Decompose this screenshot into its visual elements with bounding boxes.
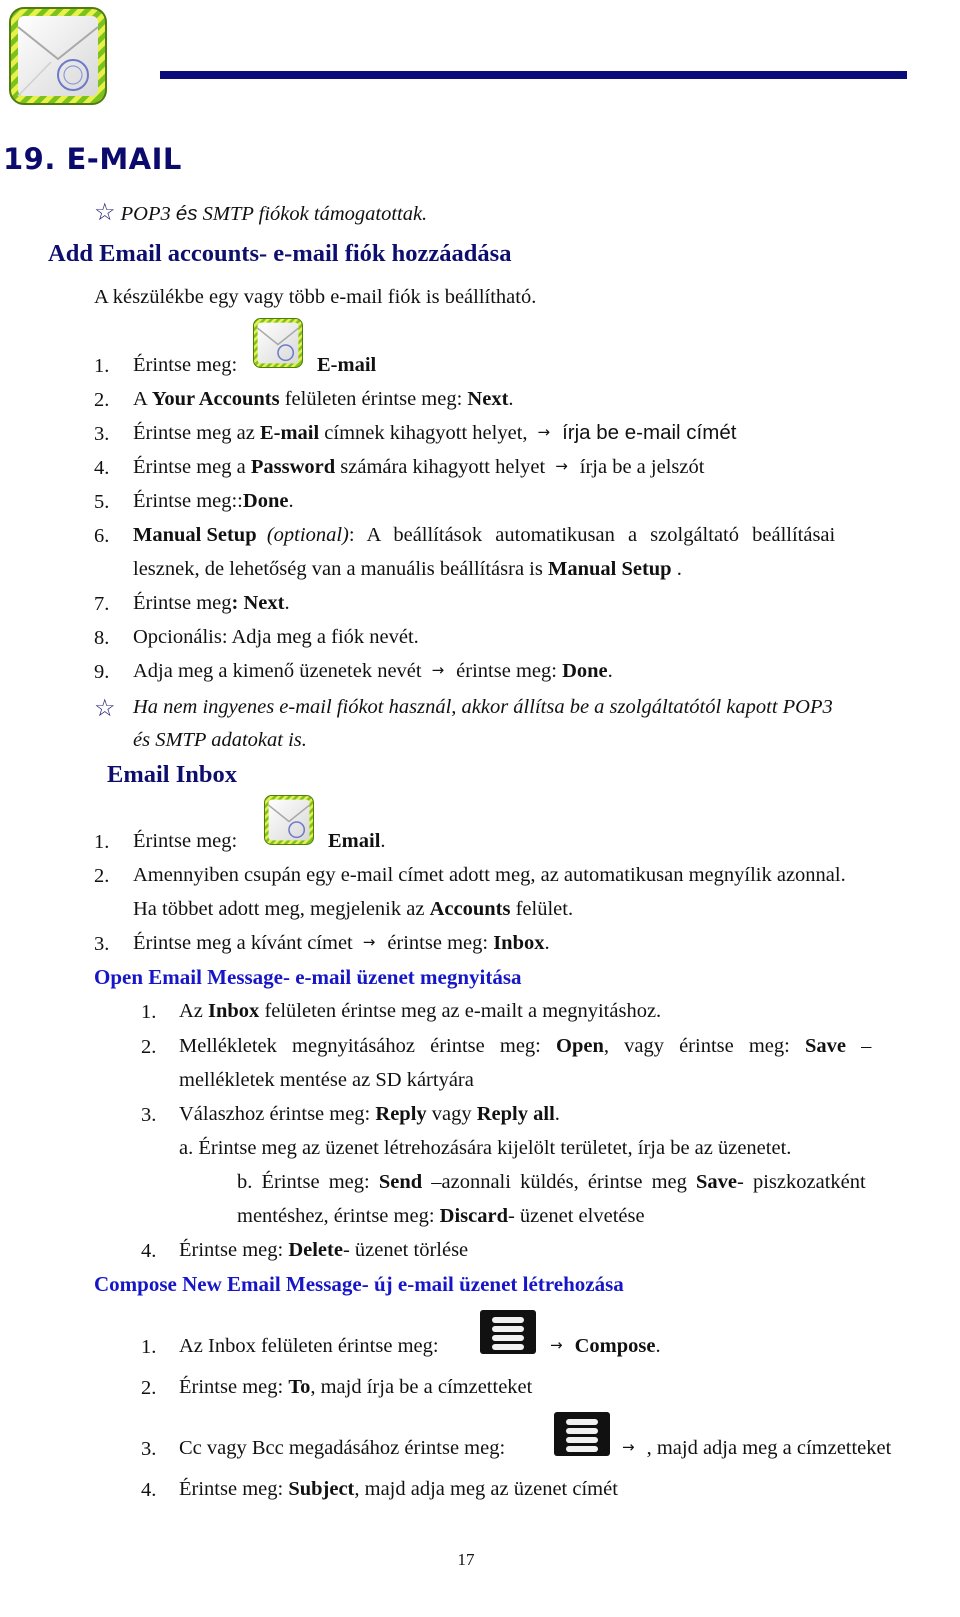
step-number: 2.: [141, 1036, 157, 1058]
open-step-1: Az Inbox felületen érintse meg az e-mail…: [179, 1000, 662, 1022]
arrow-right-icon: →: [550, 1336, 563, 1354]
pop3-note-cont: és SMTP adatokat is.: [133, 729, 307, 751]
add-step-6-cont: lesznek, de lehetőség van a manuális beá…: [133, 558, 682, 580]
pop3-note: Ha nem ingyenes e-mail fiókot használ, a…: [133, 696, 833, 718]
open-step-3-sub-b: b. Érintse meg: Send –azonnali küldés, é…: [237, 1171, 866, 1193]
step-number: 4.: [141, 1240, 157, 1262]
chapter-title: 19. E-MAIL: [3, 142, 182, 176]
step-number: 1.: [141, 1336, 157, 1358]
compose-step-2: Érintse meg: To, majd írja be a címzette…: [179, 1376, 533, 1398]
add-step-5: Érintse meg::Done.: [133, 490, 294, 512]
compose-step-1: Az Inbox felületen érintse meg:: [179, 1335, 439, 1357]
step-number: 5.: [94, 491, 110, 513]
email-app-icon: [253, 318, 303, 368]
step-number: 3.: [141, 1104, 157, 1126]
step-number: 8.: [94, 627, 110, 649]
step-number: 4.: [141, 1479, 157, 1501]
step-number: 2.: [94, 389, 110, 411]
inbox-step-3: Érintse meg a kívánt címet → érintse meg: …: [133, 932, 550, 954]
step-number: 1.: [94, 355, 110, 377]
email-app-icon: [264, 795, 314, 845]
add-step-3: Érintse meg az E-mail címnek kihagyott h…: [133, 421, 737, 444]
arrow-right-icon: →: [362, 933, 376, 951]
arrow-right-icon: →: [537, 423, 551, 441]
step-number: 3.: [141, 1438, 157, 1460]
section-heading-add-accounts: Add Email accounts- e-mail fiók hozzáadá…: [48, 240, 512, 267]
menu-icon: [554, 1412, 610, 1456]
open-step-3: Válaszhoz érintse meg: Reply vagy Reply …: [179, 1103, 560, 1125]
open-step-3-sub-a: a. Érintse meg az üzenet létrehozására k…: [179, 1137, 792, 1159]
step-number: 6.: [94, 525, 110, 547]
page-number: 17: [457, 1550, 475, 1569]
add-step-4: Érintse meg a Password számára kihagyott…: [133, 456, 705, 478]
arrow-right-icon: →: [622, 1438, 635, 1456]
step-number: 4.: [94, 457, 110, 479]
arrow-right-icon: →: [555, 457, 568, 475]
section-heading-compose: Compose New Email Message- új e-mail üze…: [94, 1272, 624, 1296]
open-step-2: Mellékletek megnyitásához érintse meg: O…: [179, 1035, 872, 1057]
step-number: 2.: [94, 865, 110, 887]
email-app-icon: [9, 7, 107, 105]
arrow-right-icon: →: [431, 661, 445, 679]
open-step-2-cont: mellékletek mentése az SD kártyára: [179, 1069, 474, 1091]
step-number: 3.: [94, 933, 110, 955]
step-number: 2.: [141, 1377, 157, 1399]
star-outline-icon: ☆: [94, 200, 116, 226]
menu-icon: [480, 1310, 536, 1354]
step-number: 1.: [141, 1001, 157, 1023]
inbox-step-1: Érintse meg:: [133, 830, 238, 852]
add-step-1: Érintse meg:: [133, 354, 238, 376]
add-step-9: Adja meg a kimenő üzenetek nevét → érintse…: [133, 660, 613, 682]
add-step-6: Manual Setup (optional): A beállítások a…: [133, 524, 836, 546]
add-step-2: A Your Accounts felületen érintse meg: N…: [133, 388, 514, 410]
header-rule: [160, 71, 907, 79]
inbox-step-2: Amennyiben csupán egy e-mail címet adott…: [133, 864, 846, 886]
add-step-7: Érintse meg: Next.: [133, 592, 290, 614]
compose-step-4: Érintse meg: Subject, majd adja meg az ü…: [179, 1478, 618, 1500]
step-number: 7.: [94, 593, 110, 615]
star-outline-icon: ☆: [94, 696, 116, 722]
section-heading-inbox: Email Inbox: [107, 761, 238, 788]
section-heading-open-message: Open Email Message- e-mail üzenet megnyi…: [94, 965, 522, 989]
add-step-8: Opcionális: Adja meg a fiók nevét.: [133, 626, 419, 648]
compose-step-3: Cc vagy Bcc megadásához érintse meg:: [179, 1437, 506, 1459]
step-number: 9.: [94, 661, 110, 683]
intro-note: ☆ POP3 és SMTP fiókok támogatottak.: [94, 200, 428, 226]
open-step-4: Érintse meg: Delete- üzenet törlése: [179, 1239, 469, 1261]
add-accounts-intro: A készülékbe egy vagy több e-mail fiók i…: [94, 286, 537, 308]
open-step-3-sub-b-cont: mentéshez, érintse meg: Discard- üzenet …: [237, 1205, 645, 1227]
step-number: 3.: [94, 423, 110, 445]
step-number: 1.: [94, 831, 110, 853]
inbox-step-2-cont: Ha többet adott meg, megjelenik az Accou…: [133, 898, 574, 920]
email-label: E-mail: [317, 354, 377, 376]
